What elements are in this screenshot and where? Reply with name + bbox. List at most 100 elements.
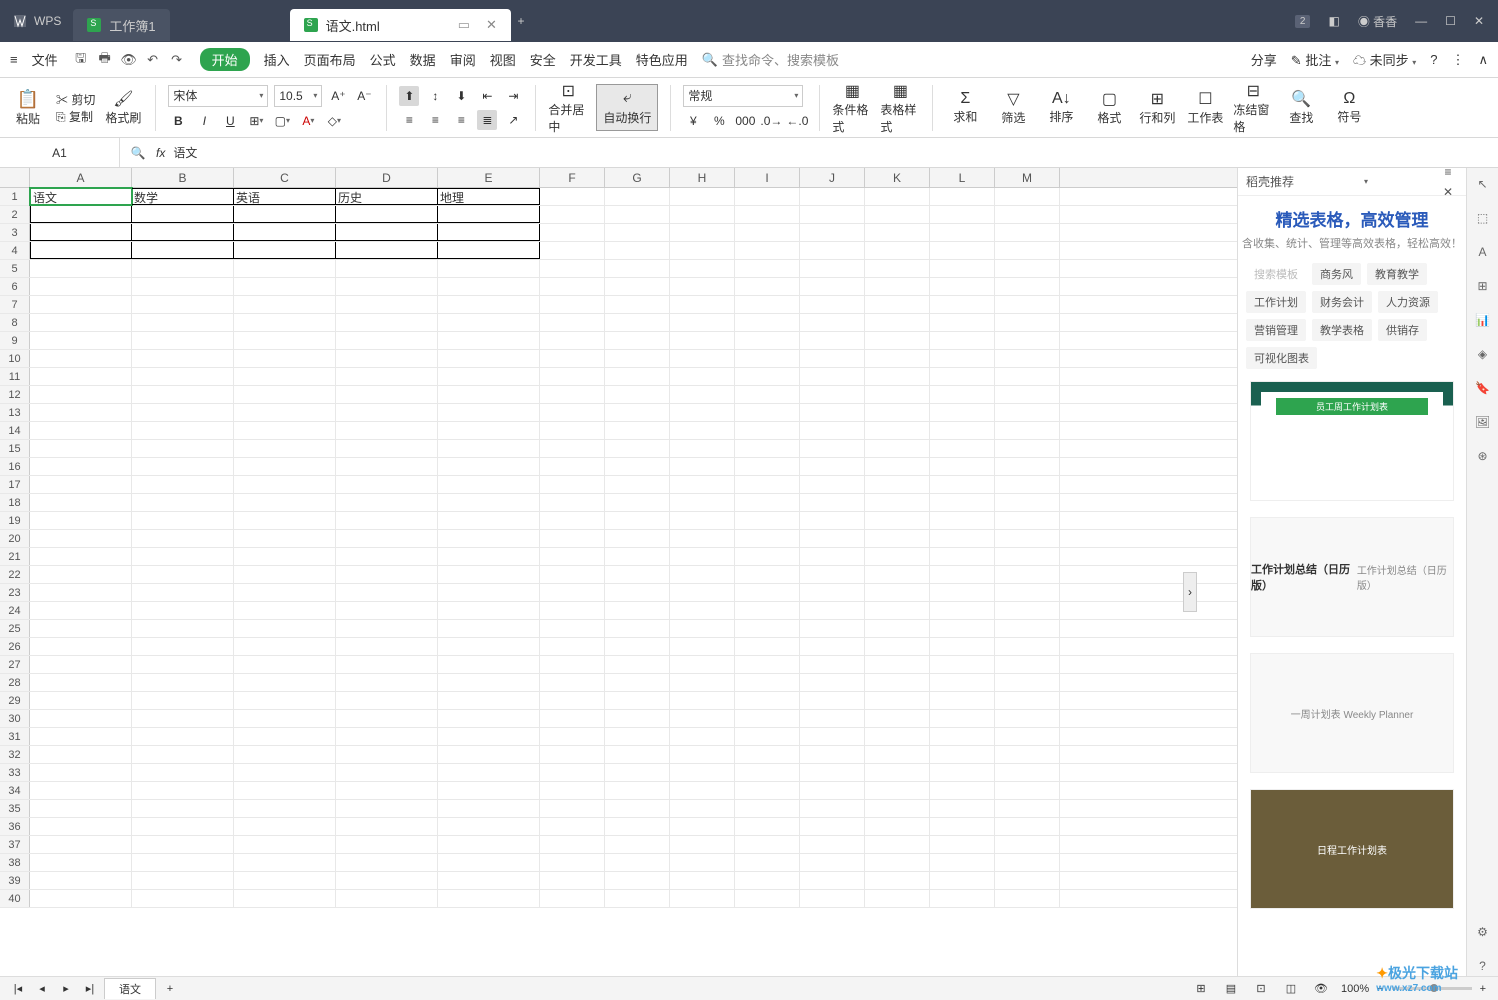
cell-L38[interactable] <box>930 854 995 871</box>
row-header[interactable]: 3 <box>0 224 30 241</box>
cell-C32[interactable] <box>234 746 336 763</box>
row-header[interactable]: 12 <box>0 386 30 403</box>
cell-D22[interactable] <box>336 566 438 583</box>
print-preview-icon[interactable]: 👁 <box>120 51 138 69</box>
cell-E38[interactable] <box>438 854 540 871</box>
cell-M1[interactable] <box>995 188 1060 205</box>
cell-D4[interactable] <box>336 242 438 259</box>
cell-D7[interactable] <box>336 296 438 313</box>
cell-G13[interactable] <box>605 404 670 421</box>
file-menu[interactable]: 文件 <box>32 50 58 69</box>
cell-M39[interactable] <box>995 872 1060 889</box>
cell-L13[interactable] <box>930 404 995 421</box>
cell-H29[interactable] <box>670 692 735 709</box>
col-header-K[interactable]: K <box>865 168 930 187</box>
cell-H30[interactable] <box>670 710 735 727</box>
close-window-icon[interactable]: ✕ <box>1474 14 1484 28</box>
row-header[interactable]: 11 <box>0 368 30 385</box>
cell-F23[interactable] <box>540 584 605 601</box>
cell-D8[interactable] <box>336 314 438 331</box>
cell-J38[interactable] <box>800 854 865 871</box>
cell-G2[interactable] <box>605 206 670 223</box>
cell-F10[interactable] <box>540 350 605 367</box>
cell-A20[interactable] <box>30 530 132 547</box>
cell-A39[interactable] <box>30 872 132 889</box>
cell-C11[interactable] <box>234 368 336 385</box>
cell-E35[interactable] <box>438 800 540 817</box>
cell-H27[interactable] <box>670 656 735 673</box>
cell-K4[interactable] <box>865 242 930 259</box>
row-header[interactable]: 34 <box>0 782 30 799</box>
cell-D38[interactable] <box>336 854 438 871</box>
cell-F14[interactable] <box>540 422 605 439</box>
cell-F32[interactable] <box>540 746 605 763</box>
cell-J25[interactable] <box>800 620 865 637</box>
cell-H9[interactable] <box>670 332 735 349</box>
chart-icon[interactable]: 📊 <box>1473 310 1493 330</box>
cell-J21[interactable] <box>800 548 865 565</box>
format-button[interactable]: ▢格式 <box>1089 88 1129 128</box>
cell-E30[interactable] <box>438 710 540 727</box>
user-avatar[interactable]: ◉ 香香 <box>1358 13 1397 30</box>
share-button[interactable]: 分享 <box>1251 50 1277 69</box>
cell-B8[interactable] <box>132 314 234 331</box>
cond-format-button[interactable]: ▦条件格式 <box>832 88 872 128</box>
cell-A32[interactable] <box>30 746 132 763</box>
cell-J34[interactable] <box>800 782 865 799</box>
cell-A31[interactable] <box>30 728 132 745</box>
cell-G17[interactable] <box>605 476 670 493</box>
cell-I7[interactable] <box>735 296 800 313</box>
align-center-icon[interactable]: ≡ <box>425 110 445 130</box>
cell-C40[interactable] <box>234 890 336 907</box>
tag-charts[interactable]: 可视化图表 <box>1246 347 1317 369</box>
cell-I22[interactable] <box>735 566 800 583</box>
cell-G37[interactable] <box>605 836 670 853</box>
cell-L15[interactable] <box>930 440 995 457</box>
cell-B23[interactable] <box>132 584 234 601</box>
cell-M40[interactable] <box>995 890 1060 907</box>
row-header[interactable]: 28 <box>0 674 30 691</box>
cell-B31[interactable] <box>132 728 234 745</box>
cell-A23[interactable] <box>30 584 132 601</box>
cell-M33[interactable] <box>995 764 1060 781</box>
cell-H7[interactable] <box>670 296 735 313</box>
highlight-button[interactable]: ◇▾ <box>324 111 344 131</box>
template-search[interactable]: 搜索模板 <box>1246 263 1306 285</box>
cell-I11[interactable] <box>735 368 800 385</box>
collapse-panel-icon[interactable]: › <box>1183 572 1197 612</box>
cell-J10[interactable] <box>800 350 865 367</box>
cell-A15[interactable] <box>30 440 132 457</box>
cell-J31[interactable] <box>800 728 865 745</box>
cell-C37[interactable] <box>234 836 336 853</box>
cell-D9[interactable] <box>336 332 438 349</box>
cell-M25[interactable] <box>995 620 1060 637</box>
col-header-L[interactable]: L <box>930 168 995 187</box>
cell-L4[interactable] <box>930 242 995 259</box>
cell-B16[interactable] <box>132 458 234 475</box>
cell-I12[interactable] <box>735 386 800 403</box>
font-select[interactable]: 宋体▾ <box>168 85 268 107</box>
cell-F34[interactable] <box>540 782 605 799</box>
cell-D40[interactable] <box>336 890 438 907</box>
cell-A18[interactable] <box>30 494 132 511</box>
bold-button[interactable]: B <box>168 111 188 131</box>
cell-L31[interactable] <box>930 728 995 745</box>
cell-I17[interactable] <box>735 476 800 493</box>
cell-G20[interactable] <box>605 530 670 547</box>
cell-I5[interactable] <box>735 260 800 277</box>
cell-H12[interactable] <box>670 386 735 403</box>
style-icon[interactable]: A <box>1473 242 1493 262</box>
cell-G23[interactable] <box>605 584 670 601</box>
cell-I29[interactable] <box>735 692 800 709</box>
cell-D26[interactable] <box>336 638 438 655</box>
cell-I28[interactable] <box>735 674 800 691</box>
freeze-button[interactable]: ⊟冻结窗格 <box>1233 88 1273 128</box>
cell-G3[interactable] <box>605 224 670 241</box>
row-header[interactable]: 31 <box>0 728 30 745</box>
cell-K33[interactable] <box>865 764 930 781</box>
cell-B24[interactable] <box>132 602 234 619</box>
cell-B13[interactable] <box>132 404 234 421</box>
cell-J30[interactable] <box>800 710 865 727</box>
row-header[interactable]: 39 <box>0 872 30 889</box>
col-header-E[interactable]: E <box>438 168 540 187</box>
